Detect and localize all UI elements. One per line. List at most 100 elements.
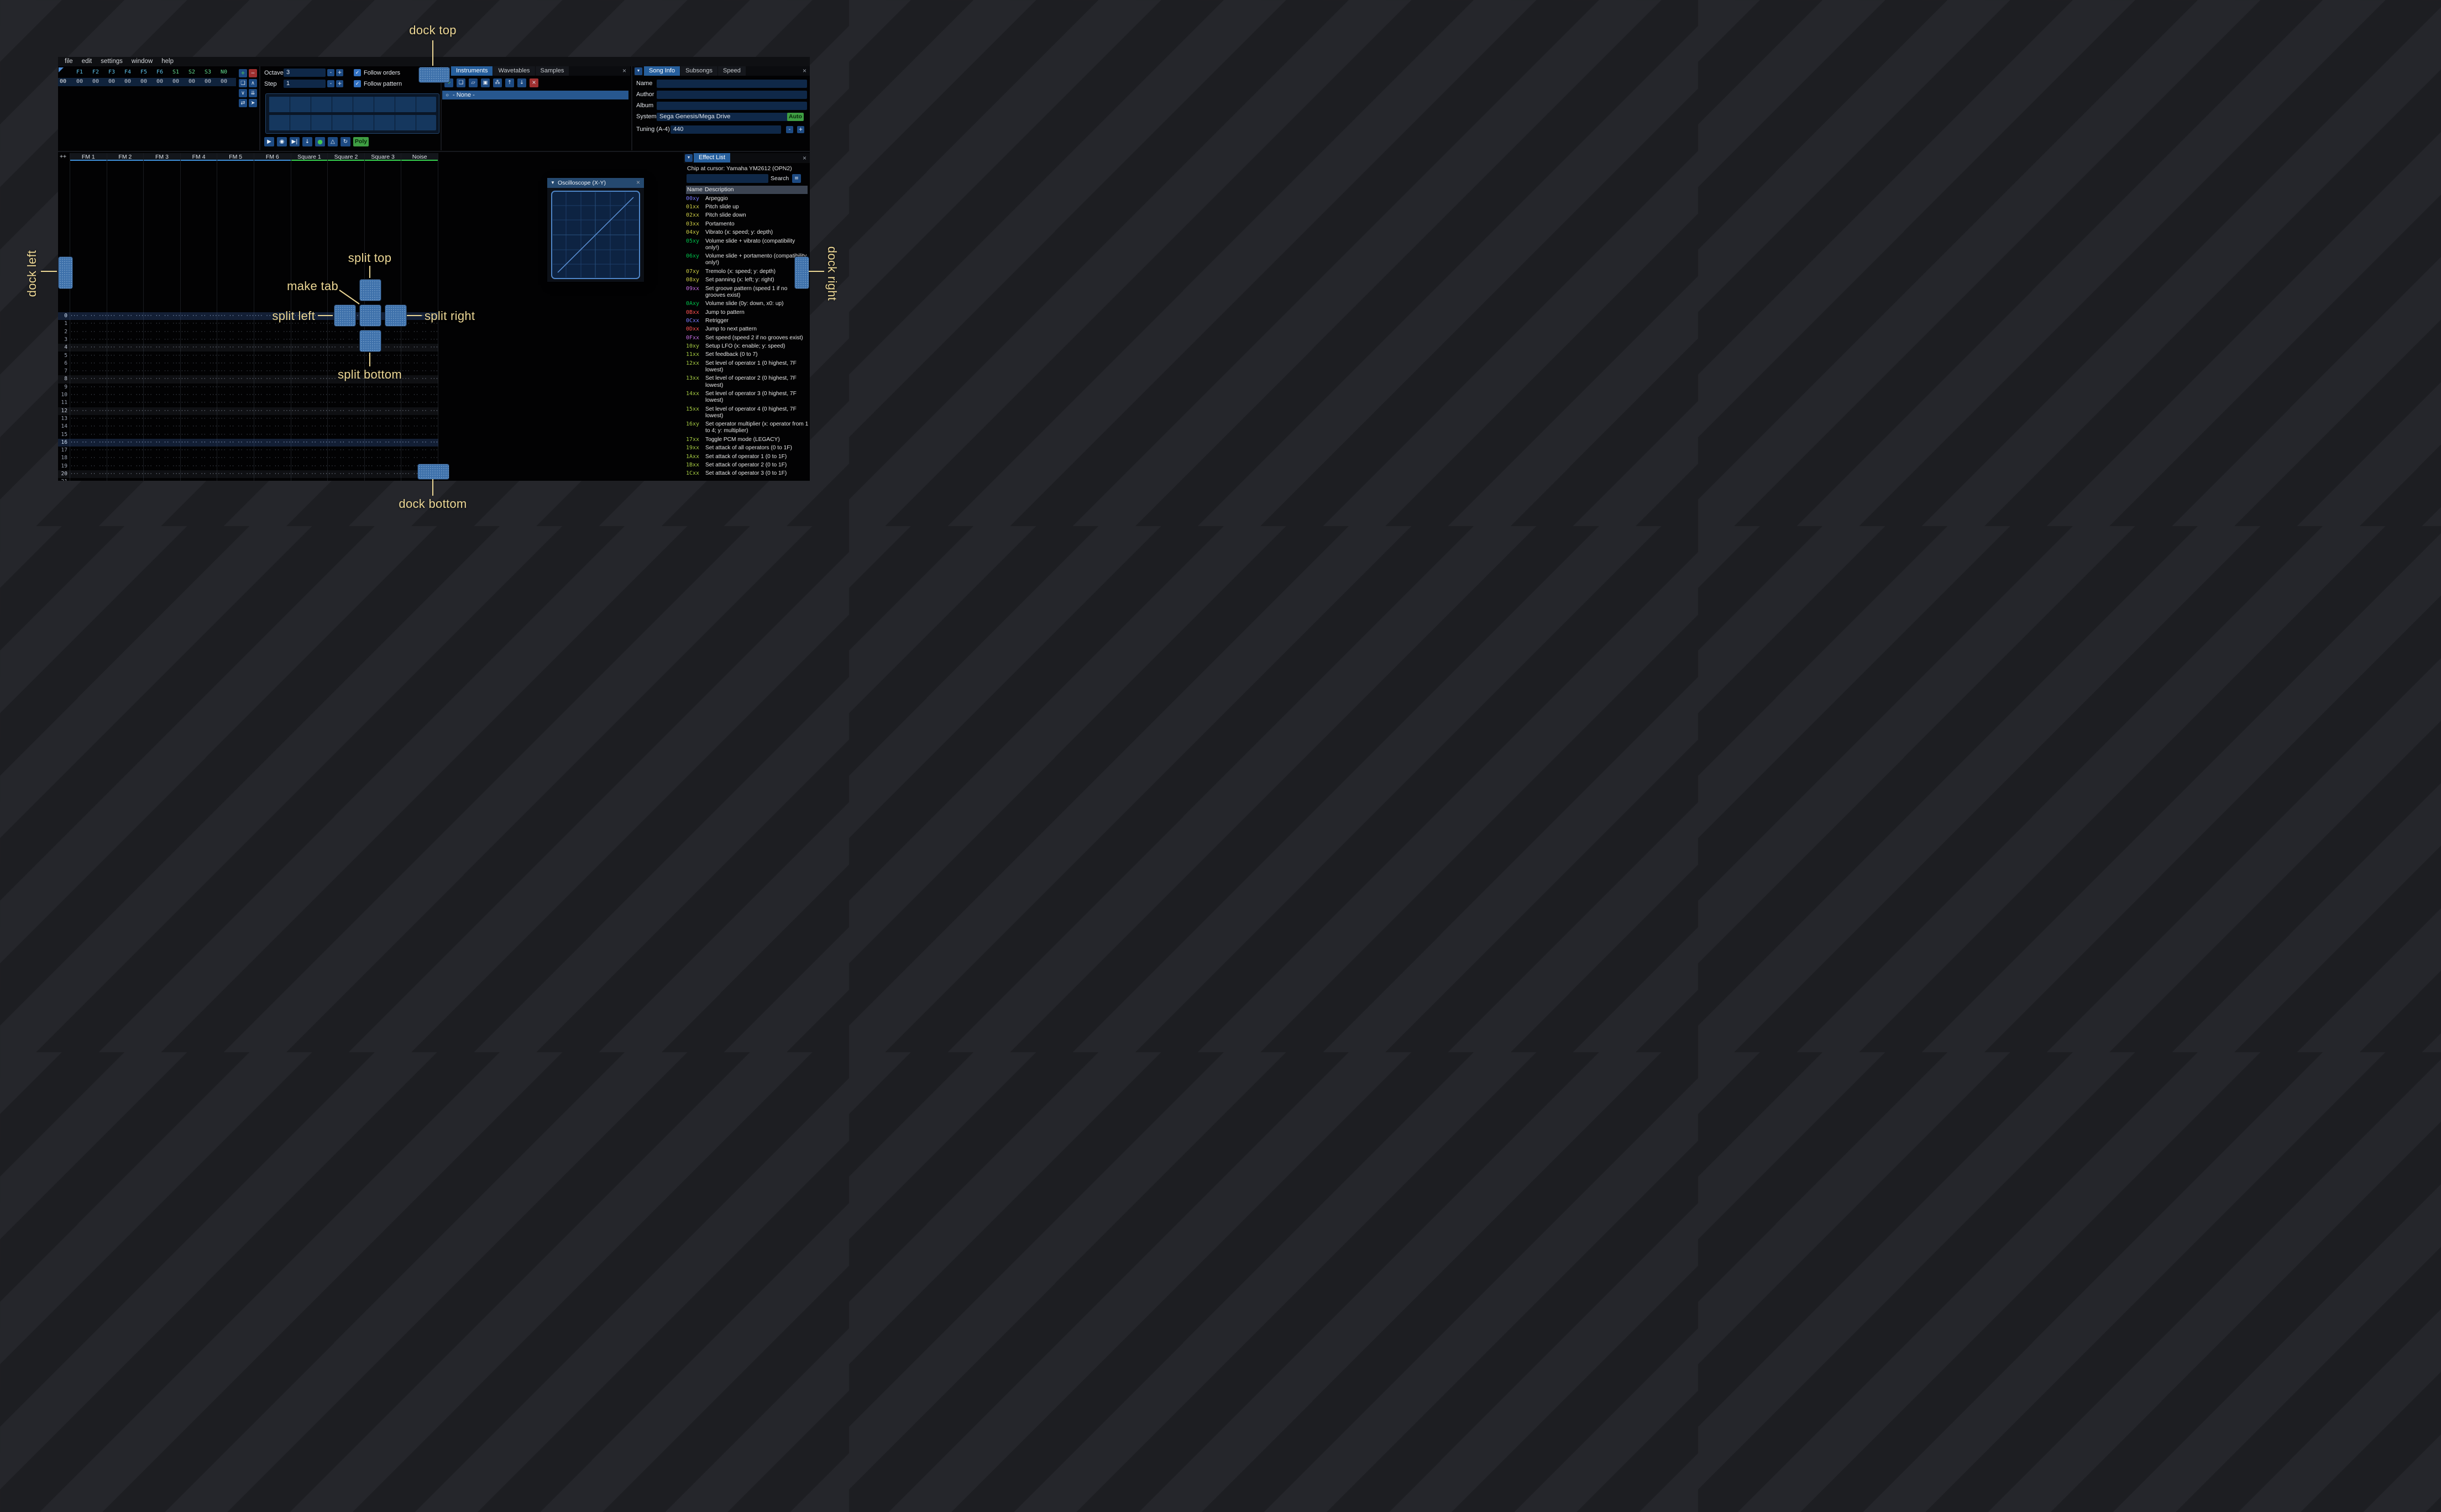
channel-header-fm-5[interactable]: FM 5 xyxy=(217,153,254,161)
pattern-cell[interactable]: ··· ·· ·· ··· xyxy=(217,384,254,391)
pattern-cell[interactable]: ··· ·· ·· ··· xyxy=(107,312,144,320)
channel-header-square-1[interactable]: Square 1 xyxy=(291,153,328,161)
pattern-cell[interactable]: ··· ·· ·· ··· xyxy=(217,478,254,481)
pattern-cell[interactable]: ··· ·· ·· ··· xyxy=(365,360,402,368)
pattern-cell[interactable]: ··· ·· ·· ··· xyxy=(107,454,144,462)
pattern-cell[interactable]: ··· ·· ·· ··· xyxy=(291,328,328,336)
system-auto-button[interactable]: Auto xyxy=(787,113,804,121)
effect-row[interactable]: 12xx Set level of operator 1 (0 highest, … xyxy=(686,359,809,375)
order-cell[interactable]: 00 xyxy=(90,78,102,85)
pattern-cell[interactable]: ··· ·· ·· ··· xyxy=(144,336,181,344)
pattern-cell[interactable]: ··· ·· ·· ··· xyxy=(217,360,254,368)
dock-target-split-bottom[interactable] xyxy=(359,330,381,352)
pattern-cell[interactable]: ··· ·· ·· ··· xyxy=(107,415,144,423)
pattern-cell[interactable]: ··· ·· ·· ··· xyxy=(181,478,218,481)
pattern-cell[interactable]: ··· ·· ·· ··· xyxy=(291,415,328,423)
pattern-cell[interactable]: ··· ·· ·· ··· xyxy=(217,328,254,336)
save-instrument-button[interactable]: ▣ xyxy=(481,78,490,87)
dock-target-right[interactable] xyxy=(794,256,809,289)
octave-input[interactable]: 3 xyxy=(284,69,326,77)
tab-wavetables[interactable]: Wavetables xyxy=(493,66,535,76)
effect-list-menu-button[interactable]: ≡ xyxy=(792,174,801,183)
pattern-cell[interactable]: ··· ·· ·· ··· xyxy=(365,447,402,454)
step-decrease-button[interactable]: - xyxy=(327,80,334,87)
channel-header-fm-4[interactable]: FM 4 xyxy=(180,153,217,161)
instrument-organize-button[interactable]: ⁂ xyxy=(493,78,502,87)
pattern-cell[interactable]: ··· ·· ·· ··· xyxy=(254,463,291,470)
pattern-cell[interactable]: ··· ·· ·· ··· xyxy=(365,407,402,415)
effect-row[interactable]: 1Axx Set attack of operator 1 (0 to 1F) xyxy=(686,453,809,461)
menu-item-edit[interactable]: edit xyxy=(77,57,97,66)
effect-row[interactable]: 0Axy Volume slide (0y: down, x0: up) xyxy=(686,300,809,308)
pattern-cell[interactable]: ··· ·· ·· ··· xyxy=(328,470,365,478)
pattern-cell[interactable]: ··· ·· ·· ··· xyxy=(70,360,107,368)
pattern-cell[interactable]: ··· ·· ·· ··· xyxy=(291,375,328,383)
pattern-cell[interactable]: ··· ·· ·· ··· xyxy=(254,328,291,336)
pattern-cell[interactable]: ··· ·· ·· ··· xyxy=(70,454,107,462)
pattern-cell[interactable]: ··· ·· ·· ··· xyxy=(254,470,291,478)
pattern-cell[interactable]: ··· ·· ·· ··· xyxy=(70,312,107,320)
pattern-cell[interactable]: ··· ·· ·· ··· xyxy=(144,320,181,328)
effect-row[interactable]: 0Bxx Jump to pattern xyxy=(686,308,809,317)
effect-row[interactable]: 14xx Set level of operator 3 (0 highest, … xyxy=(686,390,809,405)
pattern-cell[interactable]: ··· ·· ·· ··· xyxy=(70,463,107,470)
pattern-cell[interactable]: ··· ·· ·· ··· xyxy=(107,360,144,368)
pattern-cell[interactable]: ··· ·· ·· ··· xyxy=(401,399,438,407)
effect-row[interactable]: 04xy Vibrato (x: speed; y: depth) xyxy=(686,229,809,237)
tab-effect-list[interactable]: Effect List xyxy=(694,153,731,162)
tab-subsongs[interactable]: Subsongs xyxy=(680,66,718,76)
pattern-cell[interactable]: ··· ·· ·· ··· xyxy=(291,344,328,351)
pattern-cell[interactable]: ··· ·· ·· ··· xyxy=(365,439,402,447)
order-cell[interactable]: 00 xyxy=(122,78,134,85)
pattern-cell[interactable]: ··· ·· ·· ··· xyxy=(144,375,181,383)
pattern-cell[interactable]: ··· ·· ·· ··· xyxy=(144,447,181,454)
order-edit-mode-button[interactable]: ➤ xyxy=(249,99,257,107)
order-cell[interactable]: 00 xyxy=(186,78,198,85)
pattern-cell[interactable]: ··· ·· ·· ··· xyxy=(107,431,144,439)
pattern-cell[interactable]: ··· ·· ·· ··· xyxy=(217,391,254,399)
channel-header-fm-1[interactable]: FM 1 xyxy=(70,153,107,161)
pattern-cell[interactable]: ··· ·· ·· ··· xyxy=(401,384,438,391)
pattern-cell[interactable]: ··· ·· ·· ··· xyxy=(107,391,144,399)
pattern-cell[interactable]: ··· ·· ·· ··· xyxy=(107,368,144,375)
pattern-cell[interactable]: ··· ·· ·· ··· xyxy=(254,431,291,439)
pattern-cell[interactable]: ··· ·· ·· ··· xyxy=(181,439,218,447)
pattern-cell[interactable]: ··· ·· ·· ··· xyxy=(365,399,402,407)
pattern-cell[interactable]: ··· ·· ·· ··· xyxy=(70,439,107,447)
pattern-cell[interactable]: ··· ·· ·· ··· xyxy=(254,344,291,351)
pattern-cell[interactable]: ··· ·· ·· ··· xyxy=(365,384,402,391)
pattern-cell[interactable]: ··· ·· ·· ··· xyxy=(401,328,438,336)
pattern-corner-button[interactable]: ++ xyxy=(60,154,66,160)
move-instrument-down-button[interactable]: ↓ xyxy=(517,78,526,87)
pattern-cell[interactable]: ··· ·· ·· ··· xyxy=(328,391,365,399)
pattern-cell[interactable]: ··· ·· ·· ··· xyxy=(70,368,107,375)
pattern-cell[interactable]: ··· ·· ·· ··· xyxy=(181,470,218,478)
move-order-down-button[interactable]: ∨ xyxy=(239,89,247,97)
remove-order-button[interactable]: − xyxy=(249,69,257,77)
pattern-cell[interactable]: ··· ·· ·· ··· xyxy=(144,431,181,439)
pattern-cell[interactable]: ··· ·· ·· ··· xyxy=(217,463,254,470)
pattern-cell[interactable]: ··· ·· ·· ··· xyxy=(328,431,365,439)
system-input[interactable]: Sega Genesis/Mega Drive xyxy=(657,113,789,121)
pattern-cell[interactable]: ··· ·· ·· ··· xyxy=(217,431,254,439)
pattern-cell[interactable]: ··· ·· ·· ··· xyxy=(70,344,107,351)
pattern-cell[interactable]: ··· ·· ·· ··· xyxy=(401,431,438,439)
tab-samples[interactable]: Samples xyxy=(535,66,569,76)
delete-instrument-button[interactable]: × xyxy=(530,78,538,87)
pattern-cell[interactable]: ··· ·· ·· ··· xyxy=(144,352,181,360)
dock-target-left[interactable] xyxy=(58,256,73,289)
pattern-cell[interactable]: ··· ·· ·· ··· xyxy=(144,423,181,431)
instrument-list-item-none[interactable]: ○ - None - xyxy=(442,91,628,99)
pattern-cell[interactable]: ··· ·· ·· ··· xyxy=(144,399,181,407)
pattern-cell[interactable]: ··· ·· ·· ··· xyxy=(144,470,181,478)
open-instrument-button[interactable]: ▱ xyxy=(469,78,478,87)
move-cursor-down-button[interactable]: ↓ xyxy=(302,137,312,146)
tab-instruments[interactable]: Instruments xyxy=(451,66,493,76)
repeat-pattern-button[interactable]: ↻ xyxy=(341,137,350,146)
clone-instrument-button[interactable]: ❏ xyxy=(457,78,465,87)
tab-speed[interactable]: Speed xyxy=(718,66,746,76)
pattern-cell[interactable]: ··· ·· ·· ··· xyxy=(328,407,365,415)
pattern-cell[interactable]: ··· ·· ·· ··· xyxy=(181,407,218,415)
pattern-cell[interactable]: ··· ·· ·· ··· xyxy=(217,447,254,454)
pattern-cell[interactable]: ··· ·· ·· ··· xyxy=(328,447,365,454)
